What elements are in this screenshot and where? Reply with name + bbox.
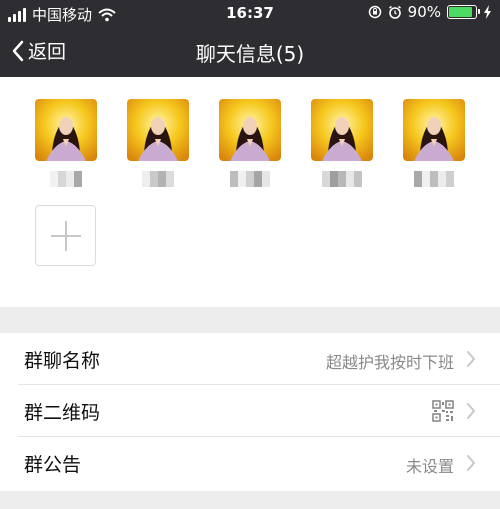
- avatar: [219, 99, 281, 161]
- page-title: 聊天信息(5): [195, 42, 305, 66]
- group-name-label: 群聊名称: [24, 350, 101, 372]
- add-member-button[interactable]: [35, 205, 96, 266]
- member-avatar-3[interactable]: [219, 99, 281, 187]
- member-name-3: [219, 171, 281, 187]
- avatar: [403, 99, 465, 161]
- avatar: [35, 99, 97, 161]
- status-bar: 中国移动 16:37 90%: [0, 0, 500, 26]
- member-avatar-2[interactable]: [127, 99, 189, 187]
- member-name-2: [127, 171, 189, 187]
- avatar: [311, 99, 373, 161]
- member-avatar-5[interactable]: [403, 99, 465, 187]
- group-qr-row[interactable]: 群二维码: [0, 385, 500, 437]
- member-grid: [0, 77, 500, 307]
- member-avatar-4[interactable]: [311, 99, 373, 187]
- group-settings-list: 群聊名称 超越护我按时下班 群二维码 群公告 未设置: [0, 333, 500, 491]
- group-notice-label: 群公告: [24, 454, 82, 476]
- battery-icon: [447, 5, 480, 19]
- battery-percent: 90%: [407, 3, 441, 21]
- member-avatar-1[interactable]: [35, 99, 97, 187]
- chevron-right-icon: [467, 403, 475, 419]
- group-name-value: 超越护我按时下班: [325, 353, 454, 372]
- group-name-row[interactable]: 群聊名称 超越护我按时下班: [0, 333, 500, 385]
- chevron-right-icon: [467, 455, 475, 471]
- group-notice-value: 未设置: [405, 457, 454, 476]
- nav-bar: 返回 聊天信息(5): [0, 26, 500, 77]
- group-qr-label: 群二维码: [24, 402, 101, 424]
- avatar: [127, 99, 189, 161]
- member-name-1: [35, 171, 97, 187]
- rotation-lock-icon: [368, 5, 381, 19]
- member-name-4: [311, 171, 373, 187]
- alarm-icon: [388, 5, 401, 19]
- charging-icon: [484, 5, 491, 19]
- group-notice-row[interactable]: 群公告 未设置: [0, 437, 500, 489]
- qr-code-icon: [432, 400, 454, 422]
- chevron-right-icon: [467, 351, 475, 367]
- member-name-5: [403, 171, 465, 187]
